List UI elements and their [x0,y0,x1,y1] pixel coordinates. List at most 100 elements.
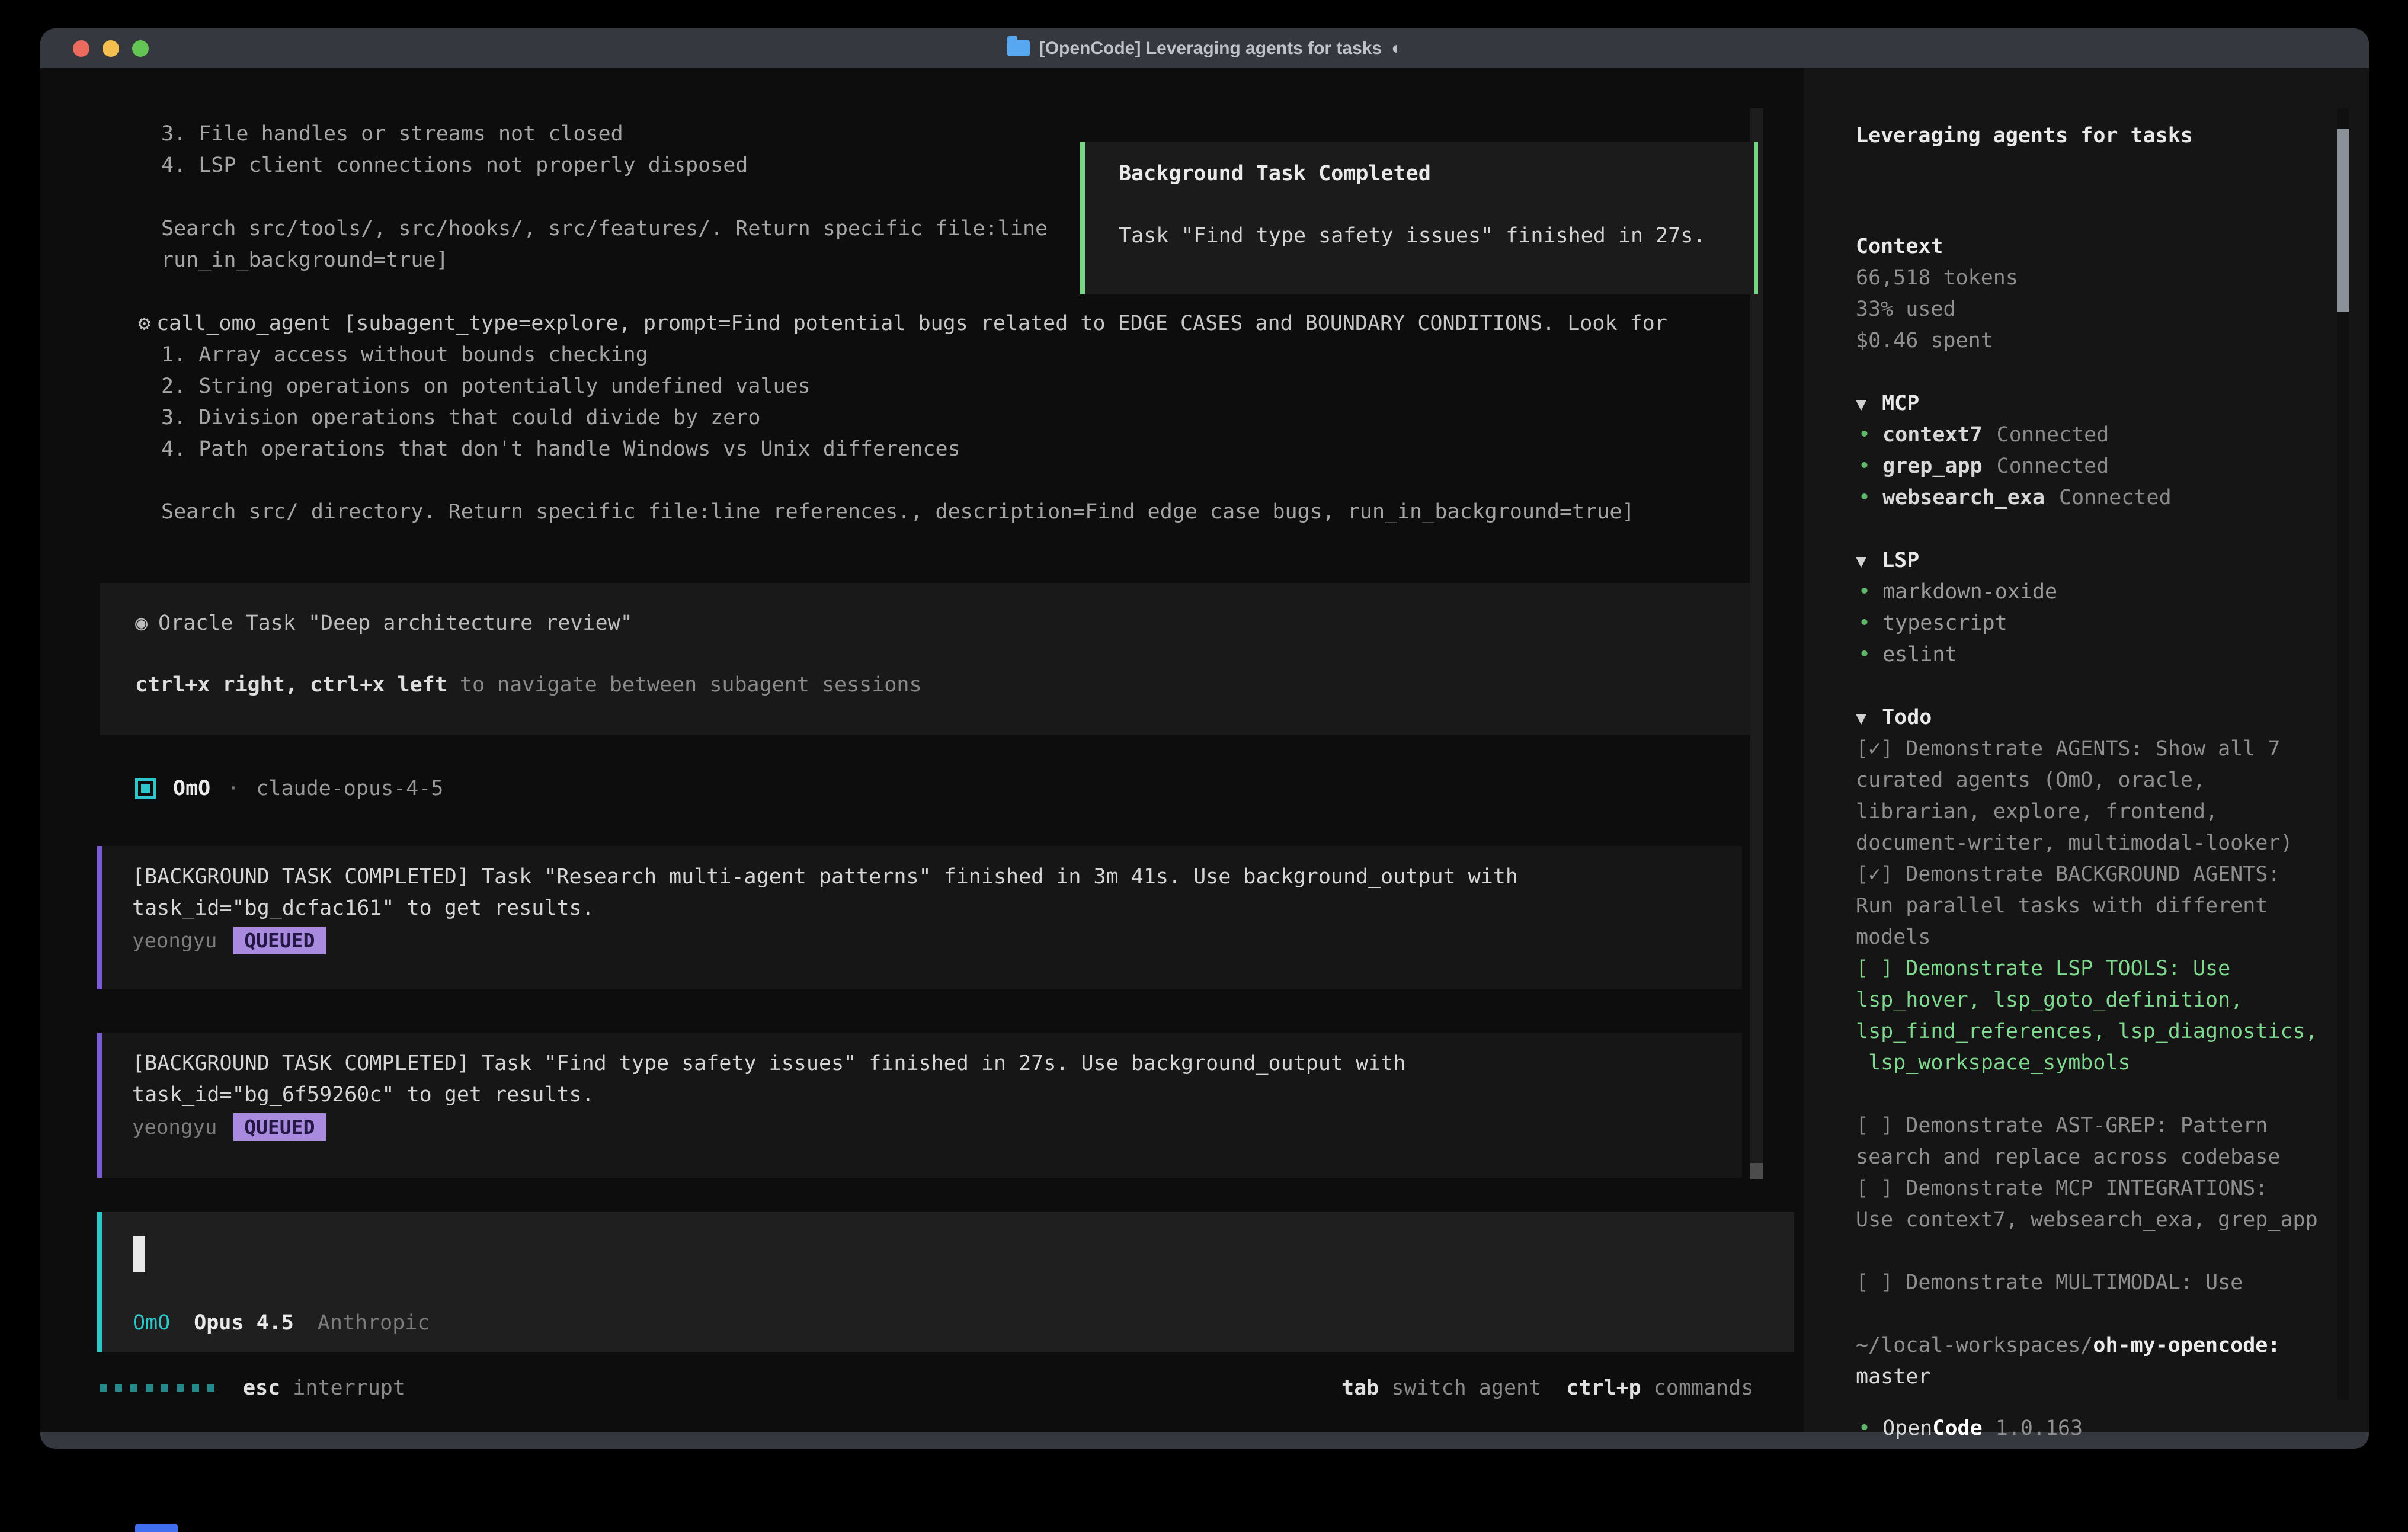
workspace-repo: oh-my-opencode: [2093,1334,2280,1357]
activity-dot [130,1384,137,1392]
todo-line: [ ] Demonstrate MULTIMODAL: Use [1856,1267,2243,1299]
sidebar-scrollbar-thumb[interactable] [2337,129,2349,312]
activity-dot [146,1384,153,1392]
todo-line-active: [ ] Demonstrate LSP TOOLS: Use [1856,953,2230,985]
todo-line: curated agents (OmO, oracle, [1856,765,2205,796]
input-model-label[interactable]: Opus 4.5 [194,1311,294,1335]
activity-dot [177,1384,184,1392]
lsp-name: markdown-oxide [1882,580,2057,604]
context-spent: $0.46 spent [1856,325,1993,357]
todo-line-active: lsp_workspace_symbols [1856,1047,2131,1079]
window-title: [OpenCode] Leveraging agents for tasks [1039,39,1382,59]
status-dot-icon: • [1858,454,1871,478]
input-meta-row: OmO Opus 4.5 Anthropic [133,1311,430,1335]
mcp-status: Connected [1997,423,2109,447]
task-meta-row: yeongyu QUEUED [132,1113,326,1141]
todo-line: Run parallel tasks with different [1856,890,2268,922]
activity-dot [161,1384,168,1392]
app-version: 1.0.163 [1996,1416,2083,1440]
todo-line: [ ] Demonstrate MCP INTEGRATIONS: [1856,1173,2268,1204]
task-meta-row: yeongyu QUEUED [132,927,326,954]
terminal-line: 4. LSP client connections not properly d… [161,150,748,181]
collapse-triangle-icon: ▼ [1856,708,1866,729]
agent-header-row: OmO · claude-opus-4-5 [135,777,443,800]
collapse-triangle-icon: ▼ [1856,394,1866,415]
statusbar-right: tab switch agent ctrl+p commands [1341,1376,1753,1400]
background-task-message-1: [BACKGROUND TASK COMPLETED] Task "Resear… [97,846,1742,989]
terminal-pane[interactable]: 3. File handles or streams not closed 4.… [40,68,1804,1432]
lsp-section-header[interactable]: ▼ LSP [1856,545,1919,577]
ctrlp-key-hint: ctrl+p [1566,1376,1641,1400]
todo-section-header[interactable]: ▼ Todo [1856,702,1932,734]
task-message-line1: [BACKGROUND TASK COMPLETED] Task "Resear… [132,865,1518,889]
prompt-input[interactable]: OmO Opus 4.5 Anthropic [97,1212,1794,1352]
context-tokens: 66,518 tokens [1856,262,2018,294]
workspace-path-prefix: ~/local-workspaces/ [1856,1334,2093,1357]
lsp-name: typescript [1882,611,2007,635]
oracle-hint: ctrl+x right, ctrl+x left to navigate be… [135,673,922,697]
notification-title: Background Task Completed [1119,162,1431,185]
background-task-message-2: [BACKGROUND TASK COMPLETED] Task "Find t… [97,1033,1742,1178]
ctrlp-action: commands [1654,1376,1754,1400]
lsp-heading: LSP [1882,549,1919,572]
task-user: yeongyu [132,1116,217,1139]
status-dot-icon: • [1858,643,1871,666]
todo-line: models [1856,922,1930,953]
terminal-line: 3. File handles or streams not closed [161,118,623,150]
task-message-line1: [BACKGROUND TASK COMPLETED] Task "Find t… [132,1052,1405,1075]
tab-action: switch agent [1391,1376,1541,1400]
traffic-lights [73,28,149,68]
oracle-task-title: Oracle Task "Deep architecture review" [158,611,633,635]
queued-status-badge: QUEUED [233,1113,325,1141]
todo-heading: Todo [1882,706,1932,729]
window-title-group: [OpenCode] Leveraging agents for tasks ◐ [1007,39,1402,59]
close-window-button[interactable] [73,40,89,57]
queued-status-badge: QUEUED [233,927,325,954]
workspace-path: ~/local-workspaces/oh-my-opencode: [1856,1330,2280,1361]
lsp-name: eslint [1882,643,1957,666]
todo-line-active: lsp_hover, lsp_goto_definition, [1856,985,2243,1016]
session-title: Leveraging agents for tasks [1856,120,2193,152]
gear-icon: ⚙ [138,312,150,335]
task-message-line2: task_id="bg_6f59260c" to get results. [132,1083,594,1107]
statusbar-left: esc interrupt [100,1376,405,1400]
esc-action-label [280,1376,293,1400]
activity-dot [207,1384,214,1392]
terminal-line: Search src/ directory. Return specific f… [161,496,1634,528]
minimize-window-button[interactable] [103,40,119,57]
context-heading: Context [1856,231,1943,262]
mcp-item: •websearch_exaConnected [1858,482,2172,514]
status-dot-icon: • [1858,1416,1871,1440]
terminal-line: run_in_background=true] [161,245,449,276]
oracle-hint-keys: ctrl+x right, ctrl+x left [135,673,447,697]
app-name-bold: Code [1932,1416,1982,1440]
agent-model: claude-opus-4-5 [256,777,443,800]
input-agent-label: OmO [133,1311,170,1335]
todo-line: [ ] Demonstrate AST-GREP: Pattern [1856,1110,2268,1142]
todo-line: Use context7, websearch_exa, grep_app [1856,1204,2318,1236]
collapse-triangle-icon: ▼ [1856,551,1866,572]
notification-body: Task "Find type safety issues" finished … [1119,224,1705,248]
task-user: yeongyu [132,929,217,953]
dock-app-indicator[interactable] [135,1524,178,1532]
activity-dot [100,1384,107,1392]
todo-line: document-writer, multimodal-looker) [1856,828,2293,859]
window-content: 3. File handles or streams not closed 4.… [40,68,2369,1432]
mcp-section-header[interactable]: ▼MCP [1856,388,1919,420]
main-scrollbar-thumb[interactable] [1750,1163,1763,1179]
text-cursor [133,1236,145,1272]
activity-status-icon: ◐ [1391,39,1402,59]
status-dot-icon: • [1858,611,1871,635]
oracle-hint-text: to navigate between subagent sessions [447,673,922,697]
input-provider-label: Anthropic [318,1311,430,1335]
todo-line-active: lsp_find_references, lsp_diagnostics, [1856,1016,2318,1047]
tab-key-hint: tab [1341,1376,1379,1400]
maximize-window-button[interactable] [132,40,149,57]
oracle-task-box: ◉ Oracle Task "Deep architecture review"… [100,583,1751,735]
lsp-item: • eslint [1858,639,1958,671]
activity-dot [115,1384,122,1392]
mcp-item: •grep_appConnected [1858,451,2109,482]
terminal-line: 4. Path operations that don't handle Win… [161,434,960,465]
tool-call-text: call_omo_agent [subagent_type=explore, p… [156,312,1667,335]
workspace-branch: master [1856,1361,1930,1393]
